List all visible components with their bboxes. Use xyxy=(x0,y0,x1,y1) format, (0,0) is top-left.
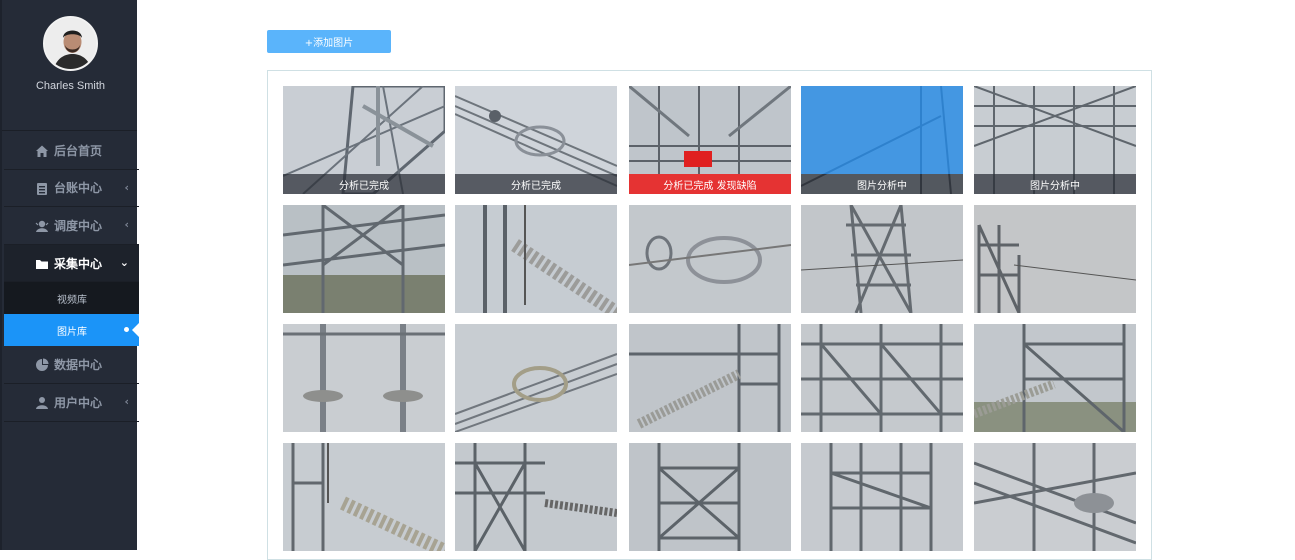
image-thumbnail[interactable] xyxy=(801,443,963,551)
pie-chart-icon xyxy=(36,358,49,372)
image-thumbnail[interactable]: 分析已完成 xyxy=(455,86,617,194)
menu-label: 数据中心 xyxy=(54,358,103,373)
menu-item-data[interactable]: 数据中心 xyxy=(4,346,139,384)
add-image-button[interactable]: +添加图片 xyxy=(267,30,391,53)
chevron-left-icon: ‹ xyxy=(124,180,129,194)
menu-label: 用户中心 xyxy=(54,395,103,410)
image-thumbnail[interactable] xyxy=(283,324,445,432)
folder-icon xyxy=(36,259,48,269)
image-thumbnail[interactable] xyxy=(629,443,791,551)
image-thumbnail[interactable]: 分析已完成 xyxy=(283,86,445,194)
image-thumbnail[interactable] xyxy=(455,443,617,551)
menu-item-dispatch[interactable]: 调度中心 ‹ xyxy=(4,207,139,245)
avatar[interactable] xyxy=(43,16,98,71)
user-icon xyxy=(36,396,48,409)
active-dot-icon xyxy=(124,327,129,333)
image-thumbnail[interactable] xyxy=(974,205,1136,313)
menu-label: 后台首页 xyxy=(54,143,103,158)
home-icon xyxy=(36,145,48,157)
status-caption: 分析已完成 xyxy=(455,174,617,194)
dispatch-icon xyxy=(35,220,49,233)
collection-submenu: 视频库 图片库 xyxy=(4,282,139,347)
image-thumbnail[interactable] xyxy=(455,324,617,432)
chevron-down-icon: ⌄ xyxy=(119,255,129,269)
image-thumbnail[interactable] xyxy=(455,205,617,313)
image-thumbnail[interactable] xyxy=(283,205,445,313)
image-thumbnail[interactable]: 图片分析中 xyxy=(974,86,1136,194)
status-caption-defect: 分析已完成 发现缺陷 xyxy=(629,174,791,194)
image-thumbnail[interactable] xyxy=(974,324,1136,432)
side-menu: 后台首页 台账中心 ‹ 调度中心 ‹ 采集中心 ⌄ 视频库 图片库 数据中心 用… xyxy=(4,132,139,422)
submenu-label: 视频库 xyxy=(57,294,87,306)
profile-panel: Charles Smith xyxy=(2,0,137,131)
menu-item-collection[interactable]: 采集中心 ⌄ xyxy=(4,244,139,283)
menu-label: 采集中心 xyxy=(54,256,103,271)
menu-item-users[interactable]: 用户中心 ‹ xyxy=(4,384,139,422)
status-caption: 分析已完成 xyxy=(283,174,445,194)
chevron-left-icon: ‹ xyxy=(124,218,129,232)
chevron-left-icon: ‹ xyxy=(124,394,129,408)
submenu-item-video-library[interactable]: 视频库 xyxy=(4,282,139,314)
active-notch-icon xyxy=(132,323,139,338)
image-thumbnail[interactable] xyxy=(629,205,791,313)
user-name: Charles Smith xyxy=(35,80,106,92)
submenu-item-image-library[interactable]: 图片库 xyxy=(4,314,139,347)
submenu-label: 图片库 xyxy=(57,326,87,338)
image-thumbnail[interactable]: 图片分析中 xyxy=(801,86,963,194)
image-thumbnail[interactable] xyxy=(801,324,963,432)
analysis-overlay xyxy=(801,86,963,174)
ledger-icon xyxy=(37,182,47,195)
menu-item-home[interactable]: 后台首页 xyxy=(4,132,139,170)
image-thumbnail[interactable] xyxy=(801,205,963,313)
menu-label: 台账中心 xyxy=(54,181,103,196)
image-thumbnail[interactable]: 分析已完成 发现缺陷 xyxy=(629,86,791,194)
status-caption: 图片分析中 xyxy=(801,174,963,194)
image-gallery: 分析已完成 分析已完成 分析已完成 发现缺陷 图片分析中 图片分析中 xyxy=(267,70,1152,560)
image-thumbnail[interactable] xyxy=(283,443,445,551)
image-thumbnail[interactable] xyxy=(974,443,1136,551)
image-thumbnail[interactable] xyxy=(629,324,791,432)
menu-label: 调度中心 xyxy=(54,218,103,233)
status-caption: 图片分析中 xyxy=(974,174,1136,194)
menu-item-ledger[interactable]: 台账中心 ‹ xyxy=(4,170,139,208)
sidebar: Charles Smith 后台首页 台账中心 ‹ 调度中心 ‹ 采集中心 ⌄ … xyxy=(0,0,139,550)
